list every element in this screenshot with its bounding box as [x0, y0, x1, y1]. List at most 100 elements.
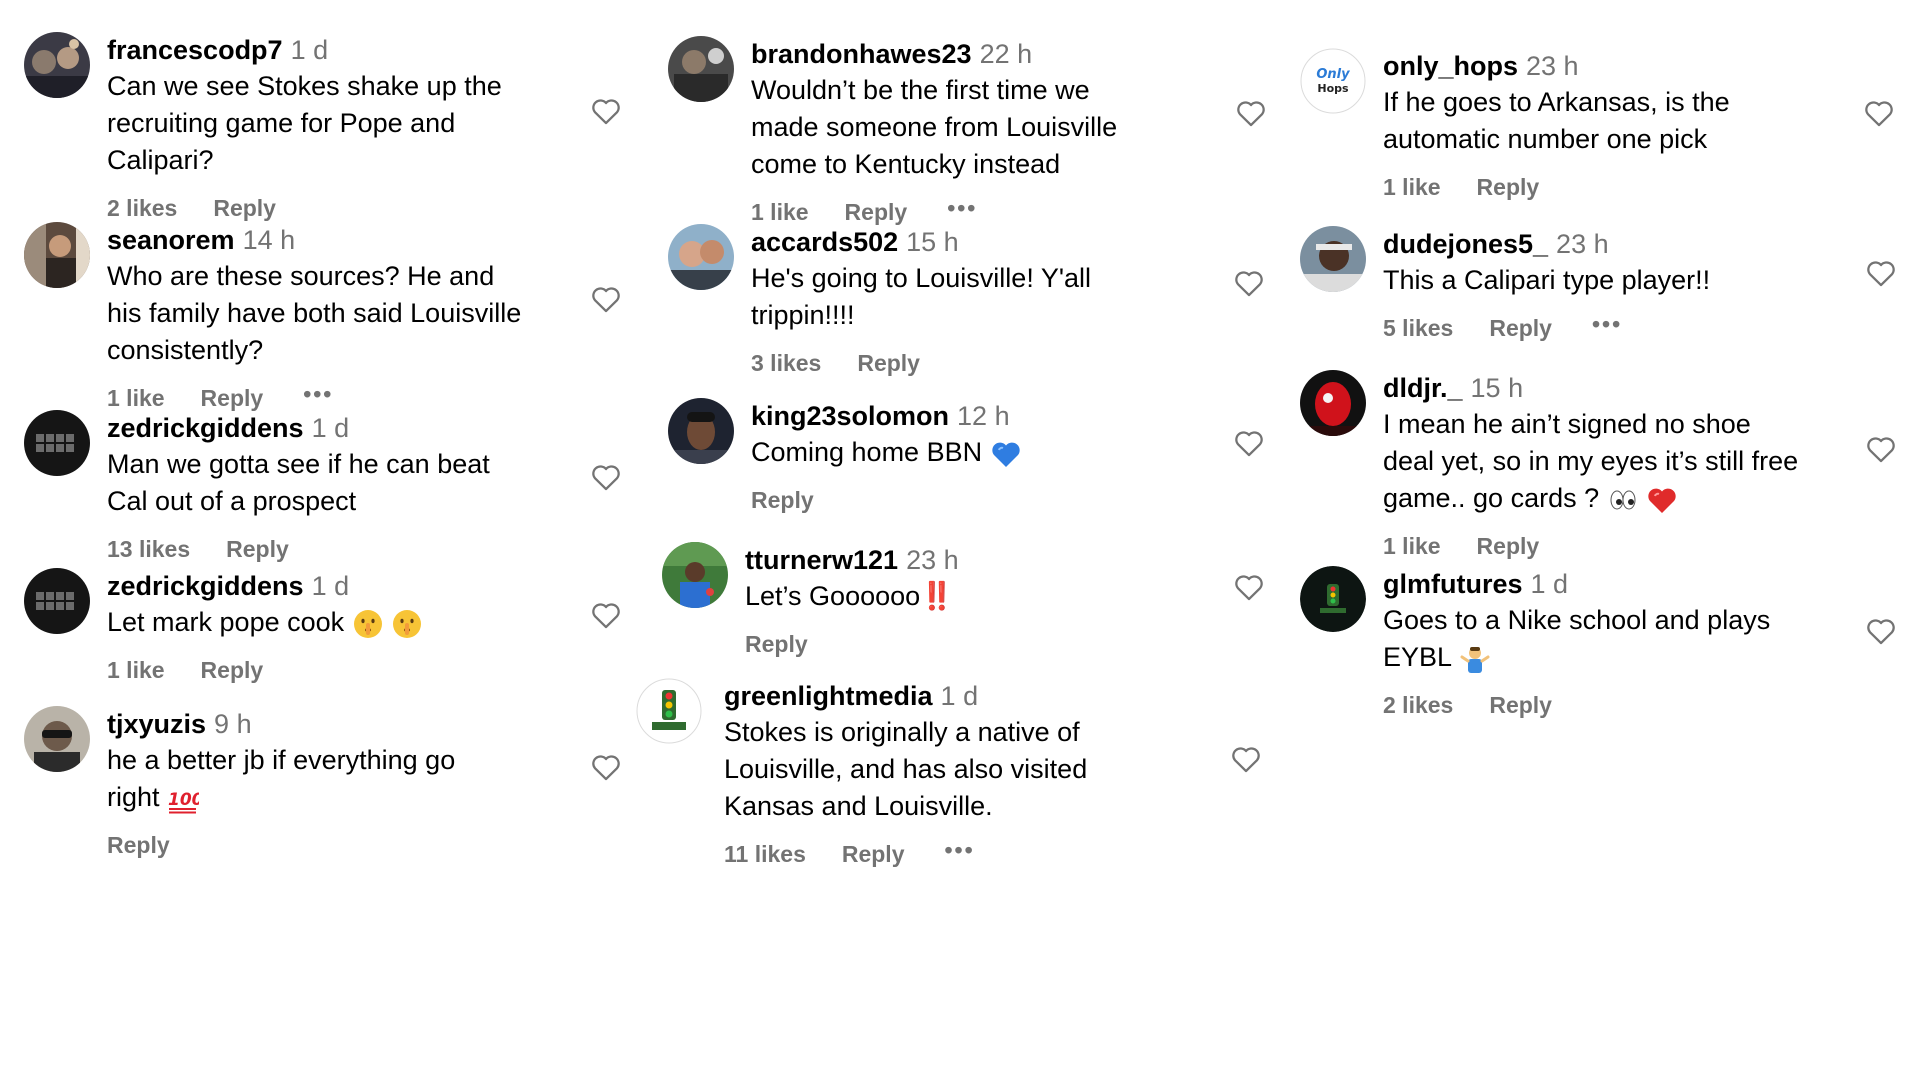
likes-count[interactable]: 11 likes	[724, 839, 806, 869]
timestamp: 15 h	[1470, 373, 1524, 403]
username[interactable]: zedrickgiddens	[107, 413, 304, 443]
avatar[interactable]	[1300, 566, 1366, 632]
comment-line: consistently?	[107, 335, 264, 365]
username[interactable]: king23solomon	[751, 401, 949, 431]
username[interactable]: dudejones5_	[1383, 229, 1548, 259]
reply-button[interactable]: Reply	[857, 348, 920, 378]
like-heart-icon[interactable]	[1229, 742, 1263, 776]
like-heart-icon[interactable]	[1232, 570, 1266, 604]
reply-button[interactable]: Reply	[1489, 690, 1552, 720]
comment-line: trippin!!!!	[751, 300, 855, 330]
like-heart-icon[interactable]	[1862, 96, 1896, 130]
reply-button[interactable]: Reply	[745, 629, 808, 659]
timestamp: 12 h	[957, 401, 1010, 431]
comment-line: recruiting game for Pope and	[107, 108, 456, 138]
reply-button[interactable]: Reply	[842, 839, 905, 869]
reply-button[interactable]: Reply	[107, 830, 170, 860]
comment-line: Goes to a Nike school and plays	[1383, 605, 1771, 635]
likes-count[interactable]: 1 like	[1383, 172, 1441, 202]
comment-line: Cal out of a prospect	[107, 486, 357, 516]
username[interactable]: tturnerw121	[745, 545, 898, 575]
likes-count[interactable]: 1 like	[751, 197, 809, 227]
like-heart-icon[interactable]	[1232, 266, 1266, 300]
timestamp: 1 d	[311, 413, 350, 443]
like-heart-icon[interactable]	[1232, 426, 1266, 460]
likes-count[interactable]: 5 likes	[1383, 313, 1453, 343]
reply-button[interactable]: Reply	[201, 655, 264, 685]
reply-button[interactable]: Reply	[1489, 313, 1552, 343]
reply-button[interactable]: Reply	[201, 383, 264, 413]
more-options-icon[interactable]: •••	[947, 193, 977, 223]
comment-line: Coming home BBN	[751, 437, 983, 467]
comment-text: Who are these sources? He and his family…	[107, 258, 577, 369]
likes-count[interactable]: 1 like	[1383, 531, 1441, 561]
username[interactable]: brandonhawes23	[751, 39, 972, 69]
likes-count[interactable]: 1 like	[107, 383, 165, 413]
like-heart-icon[interactable]	[589, 282, 623, 316]
like-heart-icon[interactable]	[1864, 614, 1898, 648]
comment-line: right	[107, 782, 160, 812]
likes-count[interactable]: 13 likes	[107, 534, 190, 564]
likes-count[interactable]: 2 likes	[107, 193, 177, 223]
avatar[interactable]	[1300, 226, 1366, 292]
more-options-icon[interactable]: •••	[1592, 309, 1622, 339]
more-options-icon[interactable]: •••	[945, 835, 975, 865]
avatar[interactable]	[662, 542, 728, 608]
like-heart-icon[interactable]	[1234, 96, 1268, 130]
avatar[interactable]: Only Hops	[1300, 48, 1366, 114]
username[interactable]: glmfutures	[1383, 569, 1523, 599]
like-heart-icon[interactable]	[1864, 256, 1898, 290]
username[interactable]: accards502	[751, 227, 898, 257]
like-heart-icon[interactable]	[589, 94, 623, 128]
timestamp: 23 h	[1526, 51, 1579, 81]
reply-button[interactable]: Reply	[213, 193, 276, 223]
reply-button[interactable]: Reply	[845, 197, 908, 227]
reply-button[interactable]: Reply	[226, 534, 289, 564]
comment-line: his family have both said Louisville	[107, 298, 522, 328]
comment-line: Let’s Goooooo	[745, 581, 921, 611]
username[interactable]: only_hops	[1383, 51, 1518, 81]
username[interactable]: dldjr._	[1383, 373, 1463, 403]
avatar[interactable]	[24, 222, 90, 288]
avatar[interactable]	[24, 410, 90, 476]
likes-count[interactable]: 3 likes	[751, 348, 821, 378]
shrugging-person-emoji	[1459, 643, 1491, 675]
avatar[interactable]	[24, 706, 90, 772]
like-heart-icon[interactable]	[589, 460, 623, 494]
username[interactable]: francescodp7	[107, 35, 283, 65]
avatar[interactable]	[668, 36, 734, 102]
blue-heart-emoji	[990, 438, 1022, 470]
likes-count[interactable]: 1 like	[107, 655, 165, 685]
likes-count[interactable]: 2 likes	[1383, 690, 1453, 720]
comment-text: Let mark pope cook	[107, 604, 577, 641]
reply-button[interactable]: Reply	[1477, 531, 1540, 561]
svg-text:100: 100	[168, 790, 199, 810]
comment-line: EYBL	[1383, 642, 1452, 672]
comment-line: Man we gotta see if he can beat	[107, 449, 490, 479]
shushing-face-emoji	[391, 608, 423, 640]
comment-text: I mean he ain’t signed no shoe deal yet,…	[1383, 406, 1853, 517]
more-options-icon[interactable]: •••	[303, 379, 333, 409]
like-heart-icon[interactable]	[589, 750, 623, 784]
avatar[interactable]	[1300, 370, 1366, 436]
avatar[interactable]	[668, 224, 734, 290]
like-heart-icon[interactable]	[589, 598, 623, 632]
reply-button[interactable]: Reply	[1477, 172, 1540, 202]
username[interactable]: seanorem	[107, 225, 235, 255]
avatar[interactable]	[636, 678, 702, 744]
username[interactable]: tjxyuzis	[107, 709, 206, 739]
username[interactable]: zedrickgiddens	[107, 571, 304, 601]
like-heart-icon[interactable]	[1864, 432, 1898, 466]
shushing-face-emoji	[352, 608, 384, 640]
username[interactable]: greenlightmedia	[724, 681, 933, 711]
red-heart-emoji	[1646, 484, 1678, 516]
comment-text: he a better jb if everything go right 10…	[107, 742, 577, 816]
comment-line: I mean he ain’t signed no shoe	[1383, 409, 1751, 439]
avatar[interactable]	[24, 568, 90, 634]
avatar[interactable]	[24, 32, 90, 98]
comment-line: deal yet, so in my eyes it’s still free	[1383, 446, 1799, 476]
reply-button[interactable]: Reply	[751, 485, 814, 515]
avatar[interactable]	[668, 398, 734, 464]
timestamp: 15 h	[906, 227, 959, 257]
comment-text: Stokes is originally a native of Louisvi…	[724, 714, 1194, 825]
